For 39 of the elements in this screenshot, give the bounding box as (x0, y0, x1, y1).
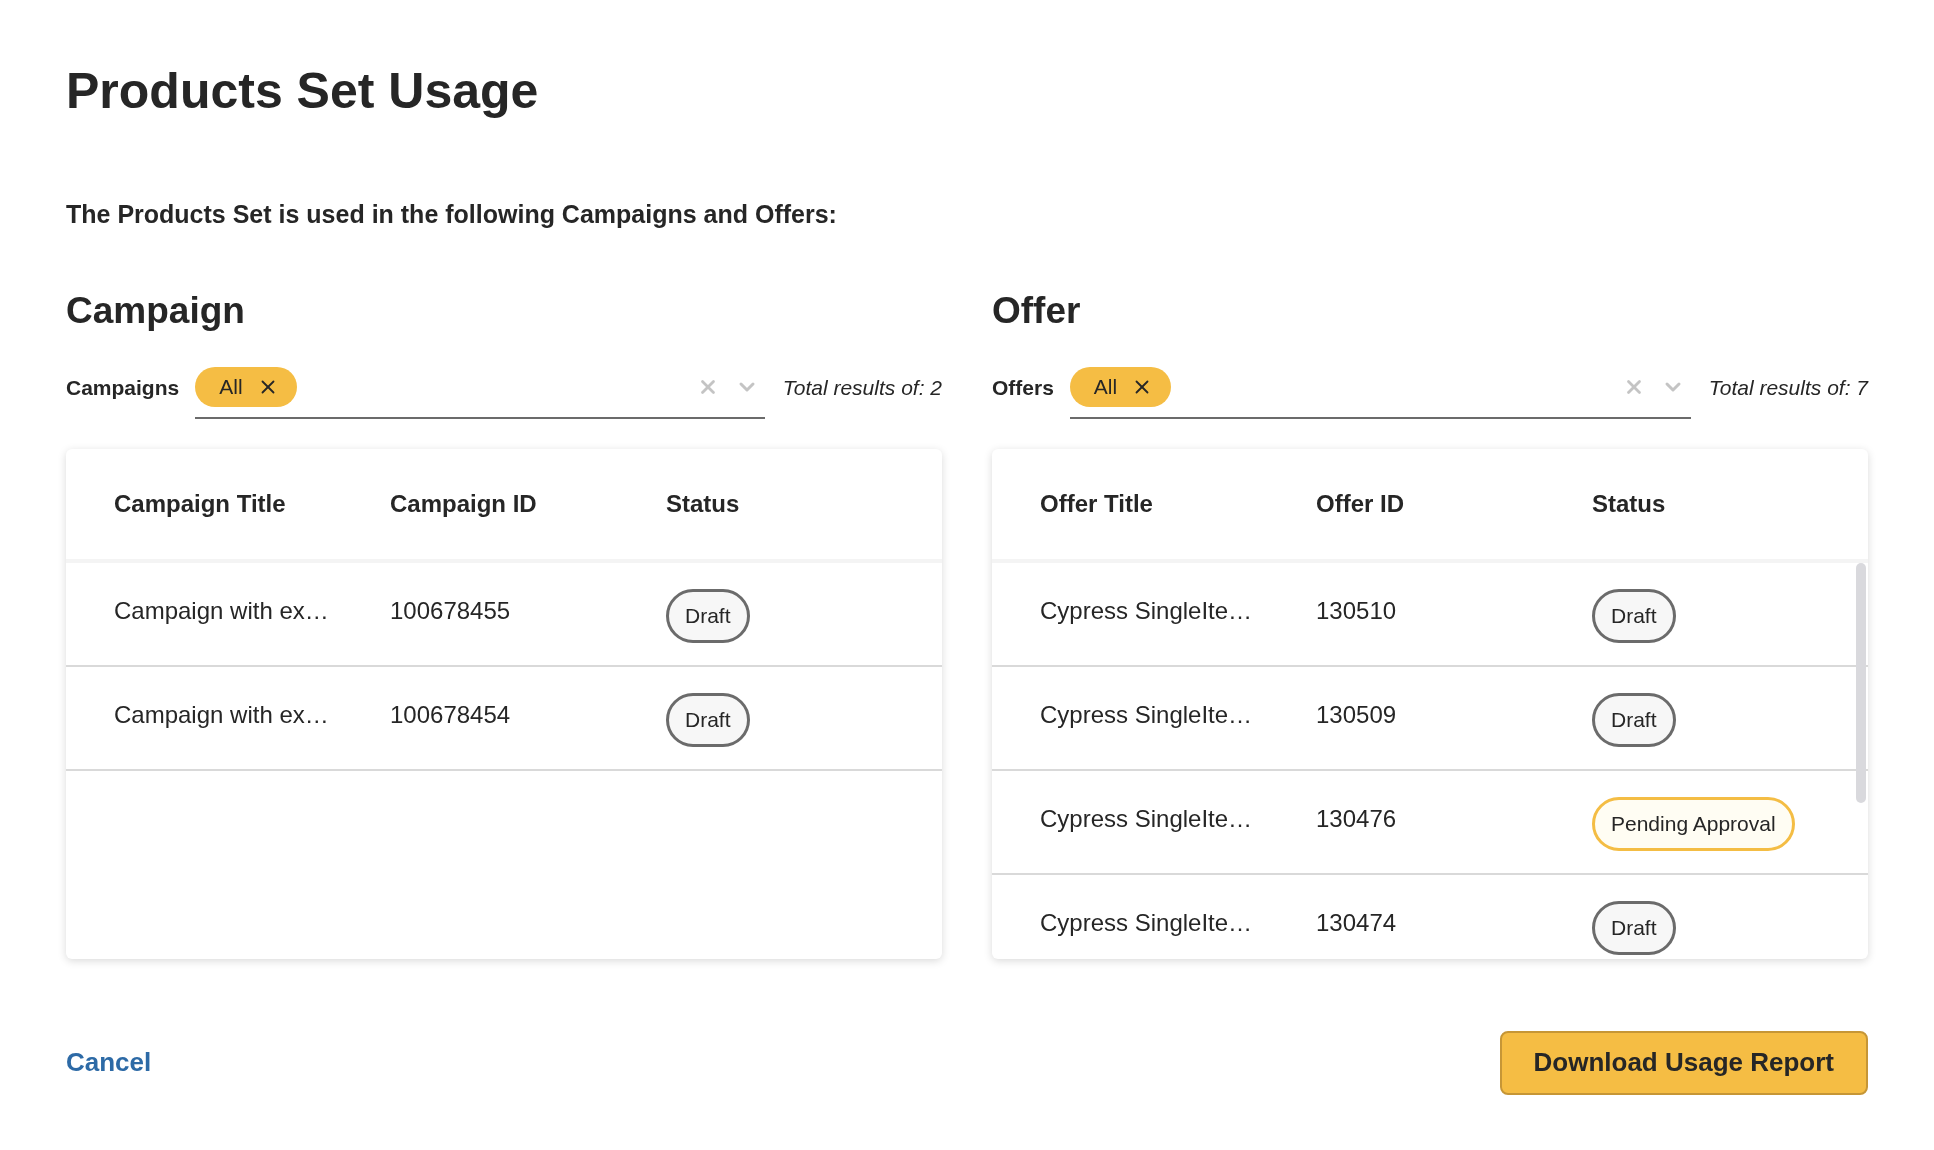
filter-label: Campaigns (66, 374, 180, 401)
table-cell-text: 130476 (1316, 803, 1398, 834)
scrollbar[interactable] (1856, 562, 1866, 803)
filter-chip[interactable]: All (1069, 366, 1172, 407)
column-header: Campaign Title (114, 488, 287, 519)
status-badge: Draft (1592, 900, 1676, 955)
status-badge: Draft (666, 588, 750, 643)
column-header: Offer Title (1040, 488, 1154, 519)
table-cell-text: Cypress SingleIte… (1040, 699, 1254, 730)
page-title: Products Set Usage (66, 66, 539, 116)
column-header: Status (1592, 488, 1667, 519)
table-cell-text: 100678455 (390, 595, 512, 626)
total-results: Total results of: 7 (1708, 374, 1868, 401)
status-badge: Pending Approval (1592, 796, 1795, 851)
page-description: The Products Set is used in the following Campaigns and Offers: (66, 199, 837, 230)
filter-select[interactable]: All (1069, 356, 1691, 419)
section-heading: Offer (992, 291, 1081, 329)
column-header: Status (666, 488, 741, 519)
table-cell-text: Cypress SingleIte… (1040, 803, 1254, 834)
filter-select[interactable]: All (195, 356, 765, 419)
table-cell-text: Cypress SingleIte… (1040, 595, 1254, 626)
column-header: Campaign ID (390, 488, 538, 519)
filter-label: Offers (992, 374, 1054, 401)
table-cell-text: 130474 (1316, 907, 1398, 938)
table-cell-text: Campaign with ex… (114, 595, 330, 626)
table-cell-text: 130510 (1316, 595, 1398, 626)
table-cell-text: Cypress SingleIte… (1040, 907, 1254, 938)
status-badge: Draft (1592, 692, 1676, 747)
cancel-link[interactable]: Cancel (66, 1043, 152, 1082)
download-report-button[interactable]: Download Usage Report (1499, 1030, 1868, 1095)
column-header: Offer ID (1316, 488, 1405, 519)
table-cell-text: 100678454 (390, 699, 512, 730)
filter-chip[interactable]: All (195, 366, 297, 407)
table-cell-text: Campaign with ex… (114, 699, 330, 730)
status-badge: Draft (666, 692, 750, 747)
section-heading: Campaign (66, 291, 245, 329)
status-badge: Draft (1592, 588, 1676, 643)
table-cell-text: 130509 (1316, 699, 1398, 730)
total-results: Total results of: 2 (782, 374, 942, 401)
